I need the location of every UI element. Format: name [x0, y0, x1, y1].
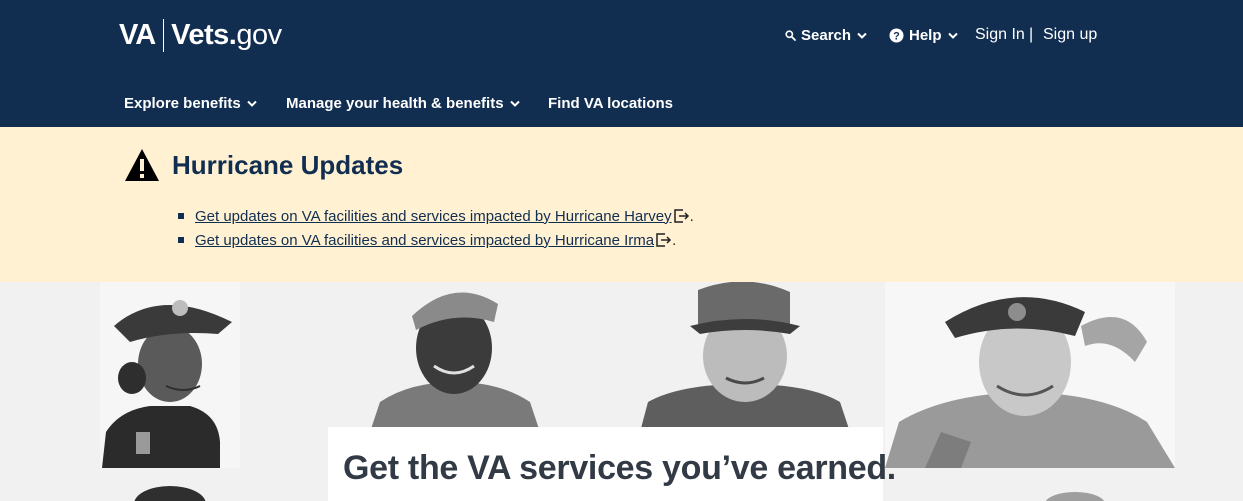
warning-icon: [124, 148, 160, 182]
site-header: VA Vets. gov Search ? Help Sign In | Sign…: [0, 0, 1243, 127]
logo-divider: [163, 18, 165, 52]
list-item: Get updates on VA facilities and service…: [178, 228, 694, 252]
link-suffix: .: [689, 207, 694, 225]
search-button[interactable]: Search: [785, 22, 867, 48]
nav-find-va-locations[interactable]: Find VA locations: [548, 90, 673, 116]
chevron-down-icon: [857, 32, 867, 39]
sign-in-separator: |: [1029, 26, 1034, 43]
nav-explore-benefits[interactable]: Explore benefits: [124, 90, 257, 116]
hurricane-irma-link[interactable]: Get updates on VA facilities and service…: [195, 232, 654, 249]
search-icon: [785, 29, 796, 41]
external-link-icon: [673, 209, 690, 223]
sign-in-link[interactable]: Sign In: [975, 22, 1025, 48]
veteran-portrait-image: [885, 282, 1175, 468]
veteran-portrait-image: [134, 486, 206, 501]
svg-text:?: ?: [893, 30, 900, 42]
chevron-down-icon: [947, 32, 958, 39]
search-label: Search: [801, 26, 852, 44]
veteran-portrait-image: [640, 282, 850, 432]
veteran-portrait-image: [370, 292, 540, 432]
nav-manage-label: Manage your health & benefits: [286, 94, 504, 112]
veteran-portrait-image: [1045, 492, 1105, 501]
help-button[interactable]: ? Help: [889, 22, 958, 48]
logo-vets-text: Vets.: [171, 18, 237, 51]
nav-manage-health-benefits[interactable]: Manage your health & benefits: [286, 90, 520, 116]
chevron-down-icon: [509, 100, 520, 107]
va-vets-gov-logo[interactable]: VA Vets. gov: [119, 17, 282, 53]
logo-gov-text: gov: [236, 18, 282, 51]
help-label: Help: [909, 26, 942, 44]
list-bullet: [178, 213, 184, 219]
external-link-icon: [656, 233, 672, 247]
alert-title: Hurricane Updates: [172, 150, 404, 180]
list-bullet: [178, 237, 184, 243]
help-icon: ?: [889, 28, 904, 43]
hero-title: Get the VA services you’ve earned.: [343, 449, 896, 487]
chevron-down-icon: [246, 100, 257, 107]
link-suffix: .: [672, 231, 677, 249]
alert-link-list: Get updates on VA facilities and service…: [178, 204, 694, 252]
sign-up-link[interactable]: Sign up: [1043, 22, 1097, 48]
logo-va-text: VA: [119, 18, 156, 51]
list-item: Get updates on VA facilities and service…: [178, 204, 694, 228]
nav-explore-label: Explore benefits: [124, 94, 241, 112]
veteran-portrait-image: [100, 282, 240, 468]
hurricane-harvey-link[interactable]: Get updates on VA facilities and service…: [195, 208, 672, 225]
